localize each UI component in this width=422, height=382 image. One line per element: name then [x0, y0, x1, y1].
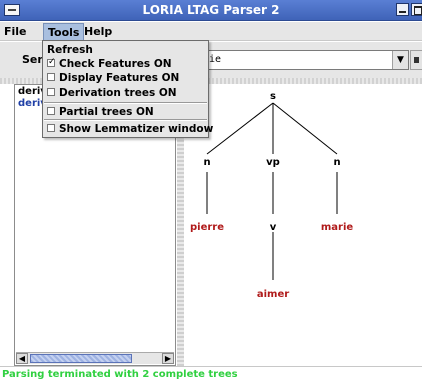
menu-item-check-features[interactable]: Check Features ON [47, 57, 172, 70]
menu-item-refresh[interactable]: Refresh [47, 44, 93, 56]
node-n2: n [333, 157, 340, 168]
menu-item-label: Partial trees ON [59, 106, 154, 118]
checkbox-icon [47, 124, 55, 132]
menu-help[interactable]: Help [84, 25, 112, 38]
menu-item-show-lemmatizer[interactable]: Show Lemmatizer window [47, 123, 213, 135]
node-s: s [270, 91, 276, 102]
sentence-combobox[interactable]: ie ▼ [203, 50, 409, 70]
menu-separator [44, 102, 207, 104]
menu-item-derivation-trees[interactable]: Derivation trees ON [47, 87, 177, 99]
scroll-left-icon[interactable]: ◀ [16, 353, 28, 364]
menu-separator [44, 119, 207, 121]
dropdown-arrow-icon[interactable]: ▼ [392, 51, 408, 69]
menu-item-label: Show Lemmatizer window [59, 123, 214, 135]
parse-button[interactable] [410, 50, 422, 70]
checkbox-icon [47, 88, 55, 96]
tree-edges [206, 102, 338, 280]
tree-view: s n vp n pierre v marie aimer [185, 84, 422, 366]
leaf-marie: marie [321, 222, 354, 233]
sentence-value: ie [209, 54, 222, 65]
node-vp: vp [266, 157, 280, 168]
menu-item-partial-trees[interactable]: Partial trees ON [47, 106, 154, 118]
menu-item-label: Display Features ON [59, 72, 180, 84]
menu-file[interactable]: File [4, 25, 27, 38]
menu-item-label: Refresh [47, 44, 93, 56]
node-v: v [270, 222, 277, 233]
tools-menu-dropdown: Refresh Check Features ON Display Featur… [42, 40, 213, 138]
menu-item-label: Derivation trees ON [59, 87, 177, 99]
scroll-right-icon[interactable]: ▶ [162, 353, 174, 364]
edge-s-n [206, 102, 274, 155]
menu-item-display-features[interactable]: Display Features ON [47, 72, 179, 84]
title-bar[interactable]: LORIA LTAG Parser 2 [0, 0, 422, 21]
leaf-pierre: pierre [190, 222, 224, 233]
checkbox-icon [47, 73, 55, 81]
edge-s-n2 [272, 102, 338, 155]
horizontal-scrollbar[interactable]: ◀ ▶ [16, 352, 174, 364]
status-bar: Parsing terminated with 2 complete trees [0, 366, 422, 382]
maximize-icon[interactable] [411, 3, 422, 16]
leaf-aimer: aimer [257, 289, 289, 300]
checkbox-icon [47, 107, 55, 115]
menu-item-label: Check Features ON [59, 58, 172, 70]
scroll-thumb[interactable] [30, 354, 132, 363]
checkbox-checked-icon [47, 57, 56, 67]
menu-bar: File Tools Help [0, 22, 422, 42]
minimize-icon[interactable] [396, 3, 409, 16]
node-n: n [203, 157, 210, 168]
window-title: LORIA LTAG Parser 2 [142, 3, 280, 17]
derived-tree: s n vp n pierre v marie aimer [190, 91, 354, 300]
